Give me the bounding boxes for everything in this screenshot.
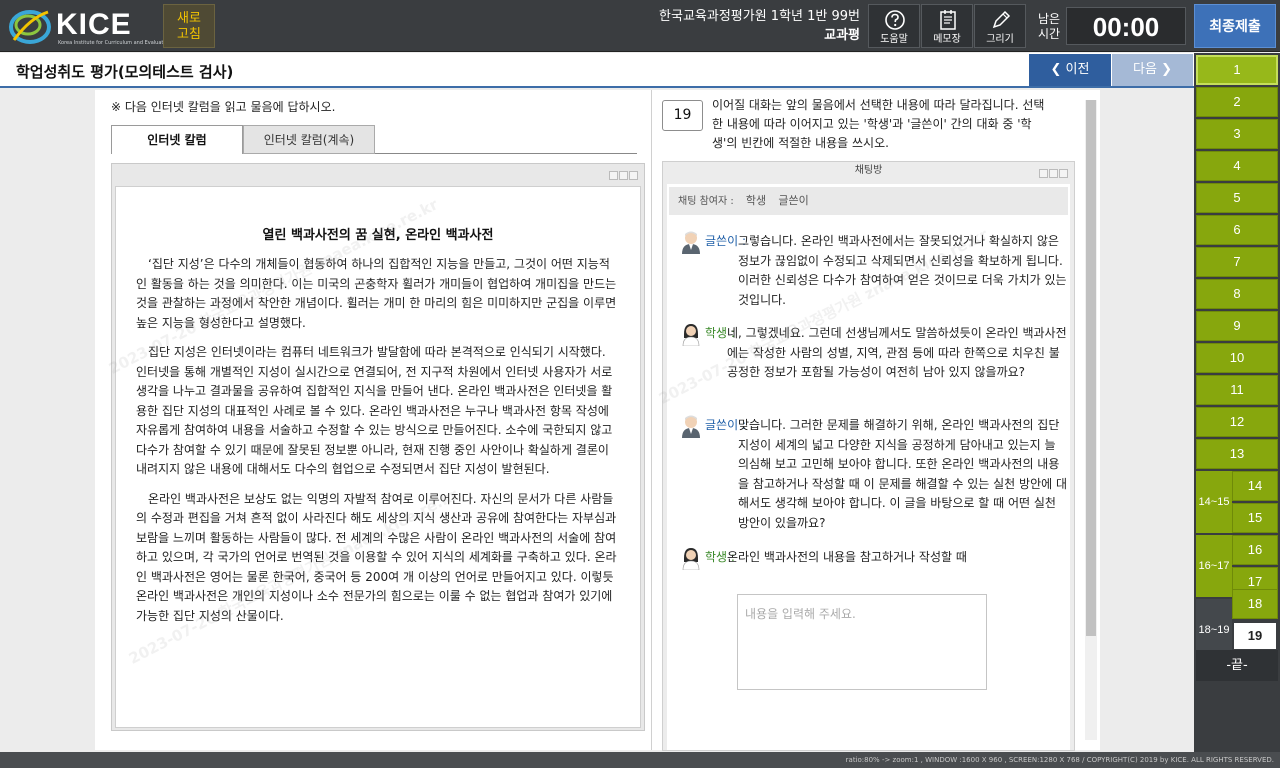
writer-avatar-icon xyxy=(682,231,700,254)
question-button-16[interactable]: 16 xyxy=(1232,535,1278,565)
notepad-icon xyxy=(940,10,956,30)
chat-window-controls xyxy=(1038,163,1068,178)
remaining-label-line1: 남은 xyxy=(1037,12,1061,26)
question-button-3[interactable]: 3 xyxy=(1196,119,1278,149)
top-bar: KICE Korea Institute for Curriculum and … xyxy=(0,0,1280,52)
next-button[interactable]: 다음 ❯ xyxy=(1112,54,1193,86)
passage-pane: ※ 다음 인터넷 칼럼을 읽고 물음에 답하시오. 인터넷 칼럼 인터넷 칼럼(… xyxy=(95,90,651,750)
kice-logo: KICE Korea Institute for Curriculum and … xyxy=(8,6,171,46)
question-navigator: 1 2 3 4 5 6 7 8 9 10 11 12 13 14~15 14 1… xyxy=(1194,53,1280,753)
question-button-14[interactable]: 14 xyxy=(1232,471,1278,501)
article-title: 열린 백과사전의 꿈 실현, 온라인 백과사전 xyxy=(262,228,494,243)
article-paragraph-3: 온라인 백과사전은 보상도 없는 익명의 자발적 참여로 이루어진다. 자신의 … xyxy=(136,491,617,623)
question-button-6[interactable]: 6 xyxy=(1196,215,1278,245)
refresh-label-line2: 고침 xyxy=(177,27,201,42)
refresh-label-line1: 새로 xyxy=(177,11,201,26)
question-button-13[interactable]: 13 xyxy=(1196,439,1278,469)
student-avatar-icon xyxy=(682,548,700,570)
message-text: 온라인 백과사전의 내용을 참고하거나 작성할 때 xyxy=(727,550,967,564)
restore-icon[interactable] xyxy=(619,171,628,180)
question-button-7[interactable]: 7 xyxy=(1196,247,1278,277)
notepad-label: 메모장 xyxy=(933,34,961,45)
remaining-time-label: 남은 시간 xyxy=(1037,12,1061,42)
article-body: 열린 백과사전의 꿈 실현, 온라인 백과사전 ‘집단 지성’은 다수의 개체들… xyxy=(115,186,641,728)
exam-info: 한국교육과정평가원 1학년 1반 99번 교과평 xyxy=(659,8,860,46)
question-button-11[interactable]: 11 xyxy=(1196,375,1278,405)
window-controls xyxy=(608,165,638,180)
question-button-5[interactable]: 5 xyxy=(1196,183,1278,213)
question-number: 19 xyxy=(662,100,703,131)
pen-icon xyxy=(992,10,1011,29)
subject-name: 교과평 xyxy=(824,28,860,43)
article-paragraph-2: 집단 지성은 인터넷이라는 컴퓨터 네트워크가 발달함에 따라 본격적으로 인식… xyxy=(136,345,613,476)
question-button-15[interactable]: 15 xyxy=(1232,503,1278,533)
group-label-14-15: 14~15 xyxy=(1196,471,1232,533)
scrollbar[interactable] xyxy=(1085,100,1097,740)
question-button-12[interactable]: 12 xyxy=(1196,407,1278,437)
help-label: 도움말 xyxy=(880,34,908,45)
restore-icon[interactable] xyxy=(1049,169,1058,178)
logo-subtext: Korea Institute for Curriculum and Evalu… xyxy=(58,40,171,46)
remaining-label-line2: 시간 xyxy=(1037,27,1061,41)
tab-internet-column-continued[interactable]: 인터넷 칼럼(계속) xyxy=(243,125,375,154)
answer-textarea[interactable]: 내용을 입력해 주세요. xyxy=(737,594,987,690)
final-submit-button[interactable]: 최종제출 xyxy=(1194,4,1276,48)
maximize-icon[interactable] xyxy=(629,171,638,180)
minimize-icon[interactable] xyxy=(609,171,618,180)
chat-message: 학생 : 온라인 백과사전의 내용을 참고하거나 작성할 때 xyxy=(681,546,1053,572)
chat-participants: 채팅 참여자 : 학생 글쓴이 xyxy=(669,187,1068,215)
participant-writer: 글쓴이 xyxy=(778,194,809,207)
refresh-button[interactable]: 새로 고침 xyxy=(163,4,215,48)
help-button[interactable]: 도움말 xyxy=(868,4,920,48)
chat-message: 글쓴이 : 맞습니다. 그러한 문제를 해결하기 위해, 온라인 백과사전의 집… xyxy=(681,414,1067,534)
message-text: 그렇습니다. 온라인 백과사전에서는 잘못되었거나 확실하지 않은 정보가 끊임… xyxy=(738,234,1067,307)
chat-message: 학생 : 네, 그렇겠네요. 그런데 선생님께서도 말씀하셨듯이 온라인 백과사… xyxy=(681,322,1067,402)
student-avatar-icon xyxy=(682,324,700,346)
tab-internet-column[interactable]: 인터넷 칼럼 xyxy=(111,125,243,154)
chat-message: 글쓴이 : 그렇습니다. 온라인 백과사전에서는 잘못되었거나 확실하지 않은 … xyxy=(681,230,1067,310)
chat-title: 채팅방 xyxy=(854,165,883,176)
maximize-icon[interactable] xyxy=(1059,169,1068,178)
group-label-16-17: 16~17 xyxy=(1196,535,1232,597)
scrollbar-thumb[interactable] xyxy=(1086,100,1096,636)
question-button-19[interactable]: 19 xyxy=(1232,621,1278,651)
question-button-2[interactable]: 2 xyxy=(1196,87,1278,117)
tab-divider xyxy=(375,153,637,154)
chat-window: 채팅방 채팅 참여자 : 학생 글쓴이 글쓴이: 그렇습니다. 온라인 백과사… xyxy=(662,161,1075,751)
article-window: 열린 백과사전의 꿈 실현, 온라인 백과사전 ‘집단 지성’은 다수의 개체들… xyxy=(111,163,645,731)
logo-text: KICE xyxy=(56,8,132,41)
draw-label: 그리기 xyxy=(986,34,1014,45)
prev-button[interactable]: ❮ 이전 xyxy=(1029,54,1111,86)
exam-org-student: 한국교육과정평가원 1학년 1반 99번 xyxy=(659,9,860,24)
question-button-1[interactable]: 1 xyxy=(1196,55,1278,85)
participants-label: 채팅 참여자 : xyxy=(678,196,734,207)
timer-display: 00:00 xyxy=(1066,7,1186,45)
writer-avatar-icon xyxy=(682,415,700,438)
title-bar: 학업성취도 평가(모의테스트 검사) ❮ 이전 다음 ❯ xyxy=(0,53,1194,88)
article-paragraph-1: ‘집단 지성’은 다수의 개체들이 협동하여 하나의 집합적인 지능을 만들고,… xyxy=(136,257,617,330)
end-button[interactable]: -끝- xyxy=(1196,650,1278,681)
question-pane: 19 이어질 대화는 앞의 물음에서 선택한 내용에 따라 달라집니다. 선택한… xyxy=(652,90,1100,751)
app-window: KICE Korea Institute for Curriculum and … xyxy=(0,0,1280,768)
minimize-icon[interactable] xyxy=(1039,169,1048,178)
main-content: ※ 다음 인터넷 칼럼을 읽고 물음에 답하시오. 인터넷 칼럼 인터넷 칼럼(… xyxy=(95,90,1100,751)
logo-swirl-icon xyxy=(9,10,51,44)
participant-student: 학생 xyxy=(745,194,767,207)
question-button-9[interactable]: 9 xyxy=(1196,311,1278,341)
question-button-8[interactable]: 8 xyxy=(1196,279,1278,309)
chat-body: 채팅 참여자 : 학생 글쓴이 글쓴이 : 그렇습니다. 온라인 백과사전에서는… xyxy=(667,184,1070,750)
help-icon xyxy=(885,10,905,30)
draw-button[interactable]: 그리기 xyxy=(974,4,1026,48)
question-button-18[interactable]: 18 xyxy=(1232,589,1278,619)
question-button-4[interactable]: 4 xyxy=(1196,151,1278,181)
notepad-button[interactable]: 메모장 xyxy=(921,4,973,48)
status-bar: ratio:80% -> zoom:1 , WINDOW :1600 X 960… xyxy=(0,752,1280,768)
message-text: 맞습니다. 그러한 문제를 해결하기 위해, 온라인 백과사전의 집단 지성이 … xyxy=(738,418,1068,530)
question-text: 이어질 대화는 앞의 물음에서 선택한 내용에 따라 달라집니다. 선택한 내용… xyxy=(712,98,1045,150)
question-button-10[interactable]: 10 xyxy=(1196,343,1278,373)
instruction-text: ※ 다음 인터넷 칼럼을 읽고 물음에 답하시오. xyxy=(111,100,336,114)
message-text: 네, 그렇겠네요. 그런데 선생님께서도 말씀하셨듯이 온라인 백과사전에는 작… xyxy=(727,326,1067,379)
page-title: 학업성취도 평가(모의테스트 검사) xyxy=(16,63,234,81)
